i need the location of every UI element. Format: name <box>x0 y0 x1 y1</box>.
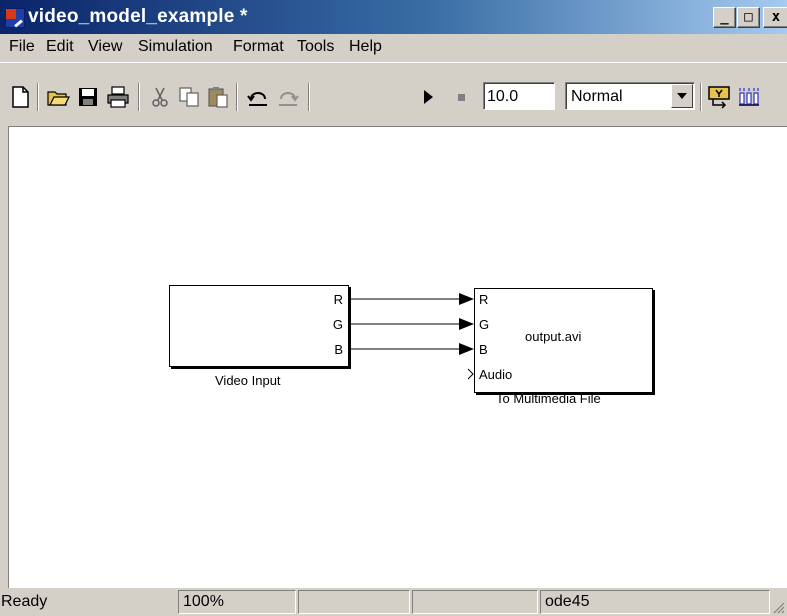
menu-tools[interactable]: Tools <box>297 38 334 56</box>
status-bar: Ready 100% ode45 <box>0 588 787 616</box>
library-browser-icon[interactable] <box>737 85 761 109</box>
output-filename: output.avi <box>525 329 582 344</box>
toolbar-separator <box>308 83 310 111</box>
simulation-mode-select[interactable]: Normal <box>565 82 695 110</box>
simulink-app-icon[interactable] <box>5 8 25 28</box>
redo-icon[interactable] <box>276 85 300 109</box>
chevron-down-icon[interactable] <box>671 84 693 108</box>
simulation-mode-value: Normal <box>571 88 623 105</box>
signal-line-r[interactable] <box>347 293 474 305</box>
menu-format[interactable]: Format <box>233 38 284 56</box>
status-pane-4 <box>412 590 538 614</box>
model-canvas[interactable]: R G B Video Input R G B Audio output.avi… <box>8 126 787 589</box>
model-browser-icon[interactable] <box>707 85 731 109</box>
output-port-b: B <box>334 342 343 357</box>
video-input-block[interactable]: R G B <box>169 285 349 367</box>
video-input-block-label[interactable]: Video Input <box>215 373 281 388</box>
menu-edit[interactable]: Edit <box>46 38 74 56</box>
toolbar-separator <box>700 83 702 111</box>
menu-file[interactable]: File <box>9 38 35 56</box>
menu-simulation[interactable]: Simulation <box>138 38 213 56</box>
status-state: Ready <box>1 593 48 610</box>
toolbar: 10.0 Normal <box>0 62 787 125</box>
stop-time-input[interactable]: 10.0 <box>483 82 555 110</box>
run-icon[interactable] <box>416 85 440 109</box>
output-port-g: G <box>332 317 343 332</box>
to-multimedia-file-block-label[interactable]: To Multimedia File <box>496 391 601 406</box>
stop-icon[interactable] <box>450 85 474 109</box>
input-port-g: G <box>479 317 490 332</box>
undo-icon[interactable] <box>246 85 270 109</box>
title-bar[interactable]: video_model_example * _ □ x <box>0 0 787 34</box>
status-zoom: 100% <box>178 590 296 614</box>
toolbar-separator <box>236 83 238 111</box>
output-port-r: R <box>333 292 343 307</box>
cut-icon[interactable] <box>148 85 172 109</box>
signal-lines <box>347 293 474 380</box>
copy-icon[interactable] <box>177 85 201 109</box>
open-folder-icon[interactable] <box>46 85 70 109</box>
menu-help[interactable]: Help <box>349 38 382 56</box>
toolbar-separator <box>138 83 140 111</box>
paste-icon[interactable] <box>206 85 230 109</box>
minimize-button[interactable]: _ <box>713 7 736 28</box>
audio-port-chevron-icon <box>467 368 474 380</box>
status-pane-3 <box>298 590 410 614</box>
to-multimedia-file-block[interactable]: R G B Audio output.avi <box>474 288 653 393</box>
signal-line-g[interactable] <box>347 318 474 330</box>
input-port-r: R <box>479 292 489 307</box>
menu-view[interactable]: View <box>88 38 122 56</box>
save-icon[interactable] <box>76 85 100 109</box>
toolbar-separator <box>37 83 39 111</box>
status-solver: ode45 <box>540 590 770 614</box>
window-title: video_model_example * <box>28 6 248 27</box>
menu-bar: File Edit View Simulation Format Tools H… <box>0 34 787 60</box>
input-port-b: B <box>479 342 488 357</box>
input-port-audio: Audio <box>479 367 513 382</box>
maximize-button[interactable]: □ <box>737 7 760 28</box>
new-document-icon[interactable] <box>8 85 32 109</box>
print-icon[interactable] <box>106 85 130 109</box>
simulink-model-window: video_model_example * _ □ x File Edit Vi… <box>0 0 787 616</box>
resize-grip-icon[interactable] <box>771 600 785 614</box>
signal-line-b[interactable] <box>347 343 474 355</box>
close-button[interactable]: x <box>763 7 787 28</box>
